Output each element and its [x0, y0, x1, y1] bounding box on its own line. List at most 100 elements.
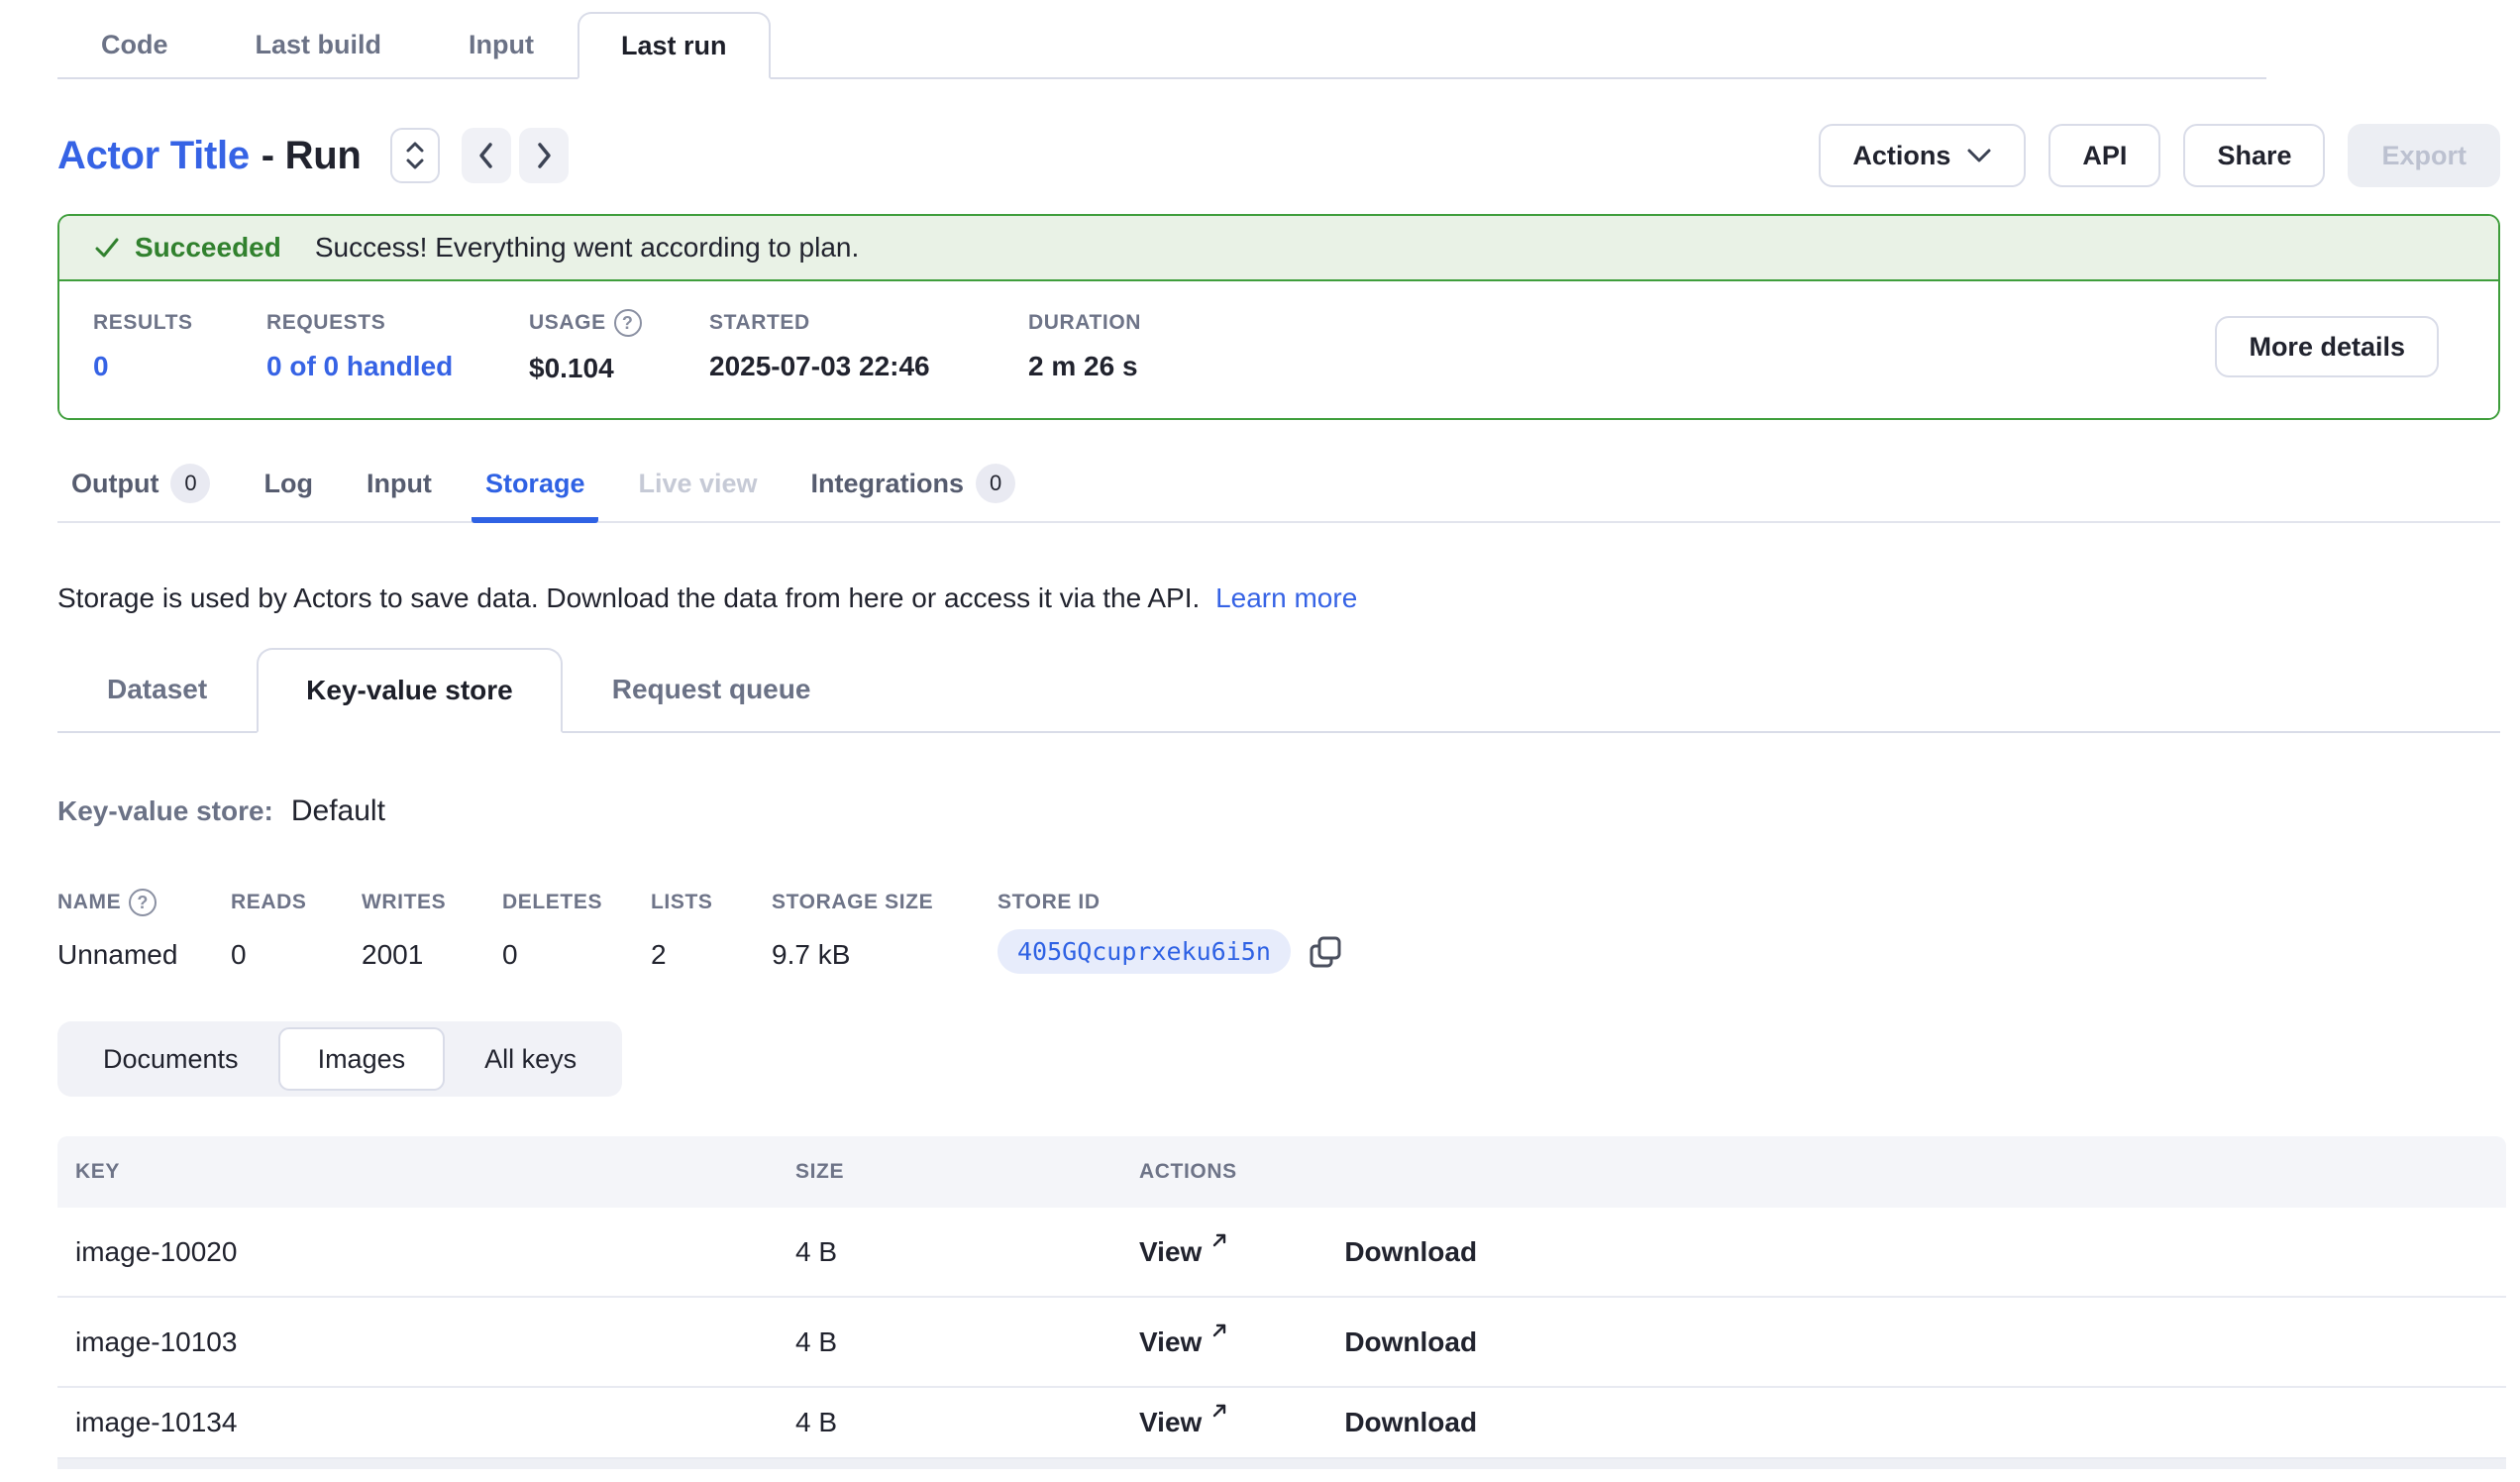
tab-run-input[interactable]: Input [353, 450, 446, 523]
stat-requests-value[interactable]: 0 of 0 handled [266, 351, 529, 382]
actions-button[interactable]: Actions [1819, 124, 2026, 187]
stat-started-label: STARTED [709, 311, 1028, 335]
table-header: KEY SIZE ACTIONS [57, 1136, 2506, 1208]
run-selector-button[interactable] [390, 128, 440, 183]
kv-name-label: NAME? [57, 888, 231, 917]
integrations-count-badge: 0 [976, 464, 1015, 503]
kv-stat-reads: READS 0 [231, 888, 362, 974]
view-link-label: View [1139, 1407, 1202, 1438]
store-id-value[interactable]: 405GQcuprxeku6i5n [998, 929, 1291, 974]
learn-more-link[interactable]: Learn more [1215, 582, 1357, 613]
tab-code[interactable]: Code [57, 12, 212, 77]
tab-integrations[interactable]: Integrations 0 [797, 450, 1030, 523]
tab-dataset[interactable]: Dataset [57, 648, 257, 731]
table-row: image-10020 4 B View Download [57, 1208, 2506, 1298]
kv-name-value: Unnamed [57, 939, 231, 971]
external-link-icon [1209, 1321, 1229, 1340]
actor-run-page: Code Last build Input Last run Actor Tit… [0, 0, 2520, 1469]
kv-stat-writes: WRITES 2001 [362, 888, 502, 974]
tab-live-view: Live view [624, 450, 771, 523]
more-details-button[interactable]: More details [2215, 316, 2439, 377]
kv-storage-size-label: STORAGE SIZE [772, 888, 998, 917]
stat-requests-label: REQUESTS [266, 311, 529, 335]
row-key: image-10020 [57, 1236, 795, 1268]
stat-duration: DURATION 2 m 26 s [1028, 311, 1325, 382]
share-button[interactable]: Share [2183, 124, 2325, 187]
check-icon [93, 234, 121, 262]
stat-usage-value: $0.104 [529, 353, 709, 384]
kv-lists-value: 2 [651, 939, 772, 971]
chevron-down-icon [1966, 148, 1992, 163]
tab-key-value-store[interactable]: Key-value store [257, 648, 563, 733]
tab-output[interactable]: Output 0 [57, 450, 224, 523]
tab-input[interactable]: Input [425, 12, 578, 77]
copy-icon[interactable] [1309, 935, 1342, 969]
output-count-badge: 0 [170, 464, 210, 503]
download-link[interactable]: Download [1344, 1326, 1477, 1358]
help-icon[interactable]: ? [129, 889, 157, 916]
stat-duration-value: 2 m 26 s [1028, 351, 1325, 382]
help-icon[interactable]: ? [614, 309, 642, 337]
stat-results-value[interactable]: 0 [93, 351, 266, 382]
status-banner: Succeeded Success! Everything went accor… [59, 216, 2498, 281]
column-actions: ACTIONS [1139, 1160, 1237, 1184]
view-link[interactable]: View [1139, 1236, 1229, 1268]
storage-description: Storage is used by Actors to save data. … [57, 582, 2500, 614]
kv-store-name-line: Key-value store: Default [57, 794, 2500, 828]
kv-stat-store-id: STORE ID 405GQcuprxeku6i5n [998, 888, 1342, 974]
run-stats-row: RESULTS 0 REQUESTS 0 of 0 handled USAGE?… [59, 281, 2498, 418]
tab-integrations-label: Integrations [811, 469, 965, 499]
kv-storage-size-value: 9.7 kB [772, 939, 998, 971]
view-link[interactable]: View [1139, 1326, 1229, 1358]
kv-writes-value: 2001 [362, 939, 502, 971]
kv-reads-label: READS [231, 888, 362, 917]
actor-tab-bar: Code Last build Input Last run [57, 12, 2266, 79]
run-suffix: - Run [262, 134, 362, 177]
download-link[interactable]: Download [1344, 1236, 1477, 1268]
stat-usage: USAGE? $0.104 [529, 309, 709, 384]
api-button[interactable]: API [2048, 124, 2160, 187]
filter-images[interactable]: Images [278, 1027, 446, 1091]
external-link-icon [1209, 1230, 1229, 1250]
clipped-next-row [57, 1459, 2506, 1469]
stat-usage-label: USAGE? [529, 309, 709, 337]
chevron-left-icon [476, 141, 496, 170]
stat-results: RESULTS 0 [93, 311, 266, 382]
kv-stat-lists: LISTS 2 [651, 888, 772, 974]
storage-tab-bar: Dataset Key-value store Request queue [57, 648, 2500, 733]
tab-last-run[interactable]: Last run [578, 12, 771, 79]
tab-storage[interactable]: Storage [472, 450, 599, 523]
external-link-icon [1209, 1401, 1229, 1421]
kv-writes-label: WRITES [362, 888, 502, 917]
row-key: image-10103 [57, 1326, 795, 1358]
usage-label-text: USAGE [529, 311, 606, 335]
next-run-button[interactable] [519, 128, 569, 183]
storage-description-text: Storage is used by Actors to save data. … [57, 582, 1200, 613]
kv-store-id-label: STORE ID [998, 888, 1342, 917]
kv-store-label: Key-value store: [57, 795, 273, 827]
stat-requests: REQUESTS 0 of 0 handled [266, 311, 529, 382]
kv-stat-storage-size: STORAGE SIZE 9.7 kB [772, 888, 998, 974]
actor-title-link[interactable]: Actor Title [57, 134, 250, 177]
status-message: Success! Everything went according to pl… [315, 232, 859, 264]
column-size: SIZE [795, 1160, 1139, 1184]
view-link-label: View [1139, 1236, 1202, 1268]
view-link[interactable]: View [1139, 1407, 1229, 1438]
kv-store-name: Default [291, 794, 385, 828]
stat-duration-label: DURATION [1028, 311, 1325, 335]
kv-lists-label: LISTS [651, 888, 772, 917]
table-row: image-10134 4 B View Download [57, 1388, 2506, 1459]
kv-stat-deletes: DELETES 0 [502, 888, 651, 974]
previous-run-button[interactable] [462, 128, 511, 183]
kv-stats-row: NAME? Unnamed READS 0 WRITES 2001 DELETE… [57, 888, 2500, 974]
row-size: 4 B [795, 1236, 1139, 1268]
kv-deletes-label: DELETES [502, 888, 651, 917]
tab-log[interactable]: Log [250, 450, 326, 523]
filter-all-keys[interactable]: All keys [445, 1027, 616, 1091]
keys-table: KEY SIZE ACTIONS image-10020 4 B View Do… [57, 1136, 2506, 1469]
tab-request-queue[interactable]: Request queue [563, 648, 861, 731]
page-title: Actor Title - Run [57, 134, 361, 178]
download-link[interactable]: Download [1344, 1407, 1477, 1438]
tab-last-build[interactable]: Last build [212, 12, 426, 77]
filter-documents[interactable]: Documents [63, 1027, 278, 1091]
